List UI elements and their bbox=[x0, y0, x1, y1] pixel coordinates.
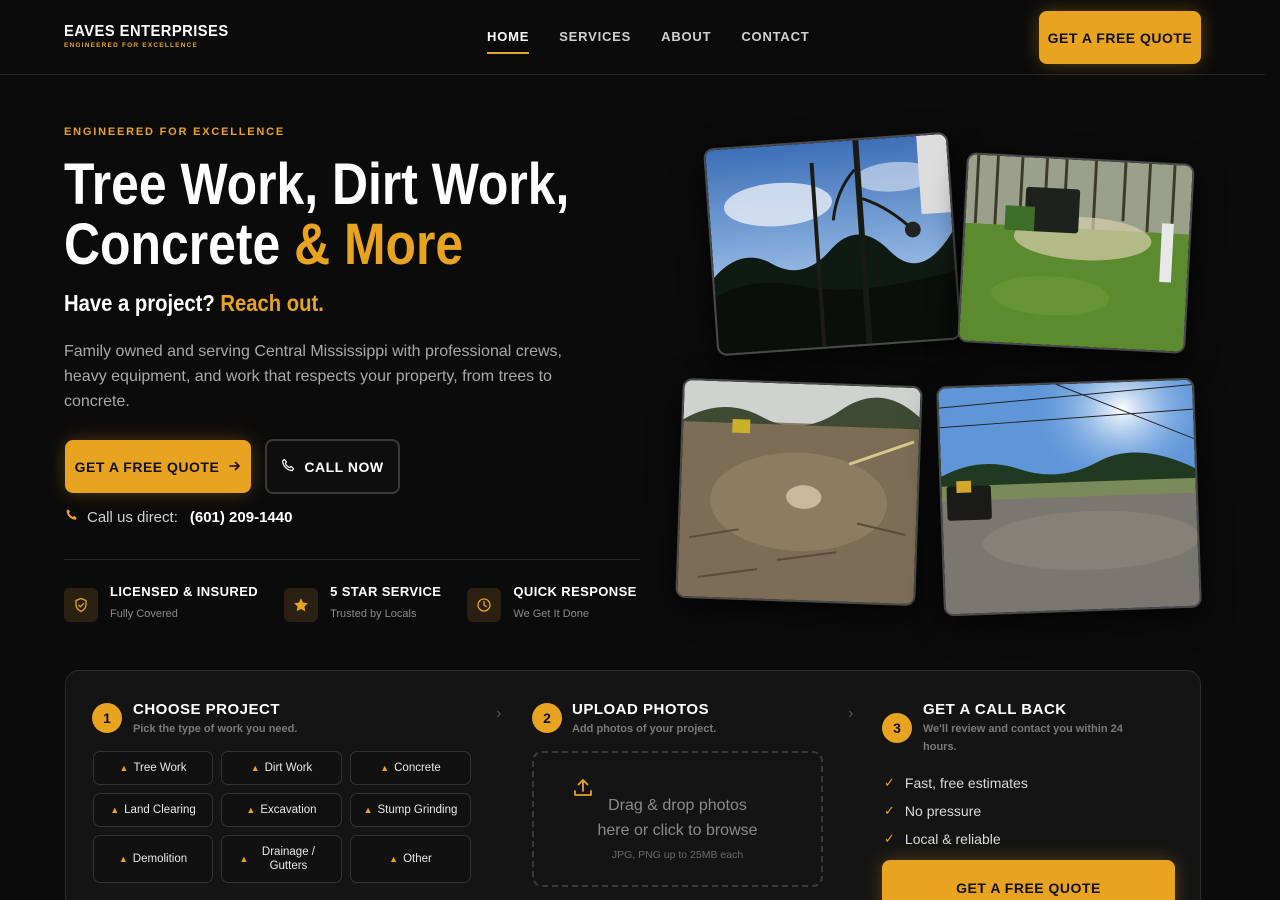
photo-dirt-work bbox=[936, 377, 1202, 617]
dropzone-text: Drag & drop photos here or click to brow… bbox=[597, 797, 758, 839]
logo[interactable]: EAVES ENTERPRISES ENGINEERED FOR EXCELLE… bbox=[64, 23, 243, 49]
project-chip[interactable]: ▲ Land Clearing bbox=[93, 793, 213, 827]
badge-licensed: LICENSED & INSURED Fully Covered bbox=[64, 584, 258, 622]
headline-line2: Concrete bbox=[64, 212, 295, 277]
chevron-right-icon: › bbox=[848, 705, 854, 722]
project-chip[interactable]: ▲ Demolition bbox=[93, 835, 213, 883]
main-nav: HOME SERVICES ABOUT CONTACT bbox=[487, 29, 810, 54]
photo-land-clearing bbox=[675, 377, 923, 607]
hero-eyebrow: ENGINEERED FOR EXCELLENCE bbox=[64, 126, 286, 138]
logo-name: EAVES ENTERPRISES bbox=[64, 23, 229, 40]
nav-contact[interactable]: CONTACT bbox=[741, 29, 809, 54]
quote-process-panel: 1 CHOOSE PROJECT Pick the type of work y… bbox=[65, 670, 1201, 900]
check-icon: ✓ bbox=[884, 803, 895, 818]
step-3-number: 3 bbox=[882, 713, 912, 743]
badge-subtitle: Trusted by Locals bbox=[330, 608, 417, 620]
step-3-subtitle: We'll review and contact you within 24 h… bbox=[923, 723, 1123, 753]
hero-divider bbox=[64, 559, 640, 560]
chevron-right-icon: › bbox=[496, 705, 502, 722]
shield-icon bbox=[64, 588, 98, 622]
project-type-options: ▲ Tree Work ▲ Dirt Work ▲ Concrete ▲ Land Cl… bbox=[93, 751, 471, 883]
arrow-right-icon bbox=[229, 459, 241, 475]
phone-icon bbox=[281, 458, 296, 476]
project-chip[interactable]: ▲ Other bbox=[350, 835, 471, 883]
step-1-title: CHOOSE PROJECT bbox=[133, 701, 281, 718]
photo-stump-grinding bbox=[957, 152, 1195, 354]
project-chip[interactable]: ▲ Stump Grinding bbox=[350, 793, 471, 827]
step-2-subtitle: Add photos of your project. bbox=[572, 723, 717, 735]
site-header: EAVES ENTERPRISES ENGINEERED FOR EXCELLE… bbox=[0, 0, 1265, 75]
logo-tagline: ENGINEERED FOR EXCELLENCE bbox=[64, 42, 199, 49]
project-chip[interactable]: ▲ Excavation bbox=[221, 793, 342, 827]
check-icon: ✓ bbox=[884, 775, 895, 790]
badge-title: LICENSED & INSURED bbox=[110, 584, 259, 599]
triangle-icon: ▲ bbox=[250, 763, 260, 773]
header-quote-button[interactable]: GET A FREE QUOTE bbox=[1039, 11, 1201, 64]
triangle-icon: ▲ bbox=[389, 854, 399, 864]
call-label: Call us direct: bbox=[87, 508, 178, 526]
badge-title: 5 STAR SERVICE bbox=[330, 584, 442, 599]
triangle-icon: ▲ bbox=[239, 854, 249, 864]
panel-quote-button[interactable]: GET A FREE QUOTE bbox=[882, 860, 1175, 900]
step-1-subtitle: Pick the type of work you need. bbox=[133, 723, 298, 735]
badge-quick-response: QUICK RESPONSE We Get It Done bbox=[467, 584, 636, 622]
badge-subtitle: Fully Covered bbox=[110, 608, 178, 620]
badge-subtitle: We Get It Done bbox=[513, 608, 589, 620]
badge-five-star: 5 STAR SERVICE Trusted by Locals bbox=[284, 584, 441, 622]
phone-number[interactable]: (601) 209-1440 bbox=[190, 509, 293, 526]
check-icon: ✓ bbox=[884, 831, 895, 846]
nav-services[interactable]: SERVICES bbox=[559, 29, 631, 54]
triangle-icon: ▲ bbox=[246, 805, 256, 815]
call-now-button[interactable]: CALL NOW bbox=[265, 439, 400, 494]
phone-small-icon bbox=[65, 508, 79, 526]
benefit-item: ✓ No pressure bbox=[884, 803, 982, 819]
clock-icon bbox=[467, 588, 502, 622]
project-chip[interactable]: ▲ Concrete bbox=[350, 751, 471, 785]
call-now-label: CALL NOW bbox=[304, 458, 384, 475]
step-2-title: UPLOAD PHOTOS bbox=[572, 701, 710, 718]
hero-quote-button[interactable]: GET A FREE QUOTE bbox=[65, 440, 251, 493]
benefit-item: ✓ Local & reliable bbox=[884, 831, 1001, 847]
step-2-number: 2 bbox=[532, 703, 562, 733]
hero-quote-label: GET A FREE QUOTE bbox=[74, 458, 220, 475]
step-1-number: 1 bbox=[92, 703, 122, 733]
call-direct: Call us direct: (601) 209-1440 bbox=[65, 508, 292, 526]
subhead-main: Have a project? bbox=[64, 290, 221, 316]
triangle-icon: ▲ bbox=[363, 805, 373, 815]
subhead-accent[interactable]: Reach out. bbox=[220, 290, 323, 316]
triangle-icon: ▲ bbox=[380, 763, 390, 773]
step-3-title: GET A CALL BACK bbox=[923, 701, 1067, 718]
project-chip[interactable]: ▲ Drainage / Gutters bbox=[221, 835, 342, 883]
triangle-icon: ▲ bbox=[110, 805, 120, 815]
benefits-list: ✓ Fast, free estimates ✓ No pressure ✓ Loca… bbox=[884, 769, 1028, 853]
headline-line1: Tree Work, Dirt Work, bbox=[64, 152, 570, 217]
triangle-icon: ▲ bbox=[119, 763, 129, 773]
nav-about[interactable]: ABOUT bbox=[661, 29, 711, 54]
badge-title: QUICK RESPONSE bbox=[513, 584, 637, 599]
dropzone-hint: JPG, PNG up to 25MB each bbox=[611, 849, 744, 861]
benefit-item: ✓ Fast, free estimates bbox=[884, 775, 1028, 791]
nav-home[interactable]: HOME bbox=[487, 29, 530, 54]
project-chip[interactable]: ▲ Dirt Work bbox=[221, 751, 342, 785]
project-chip[interactable]: ▲ Tree Work bbox=[93, 751, 213, 785]
hero-headline: Tree Work, Dirt Work, Concrete & More bbox=[64, 155, 614, 275]
star-icon bbox=[284, 588, 319, 622]
photo-dropzone[interactable]: Drag & drop photos here or click to brow… bbox=[532, 751, 823, 887]
trust-badges: LICENSED & INSURED Fully Covered 5 STAR … bbox=[64, 584, 637, 622]
photo-tree-work bbox=[703, 131, 962, 357]
hero-subhead: Have a project? Reach out. bbox=[64, 290, 324, 317]
headline-accent: & More bbox=[294, 212, 464, 277]
triangle-icon: ▲ bbox=[118, 854, 128, 864]
hero-description: Family owned and serving Central Mississ… bbox=[64, 343, 562, 410]
